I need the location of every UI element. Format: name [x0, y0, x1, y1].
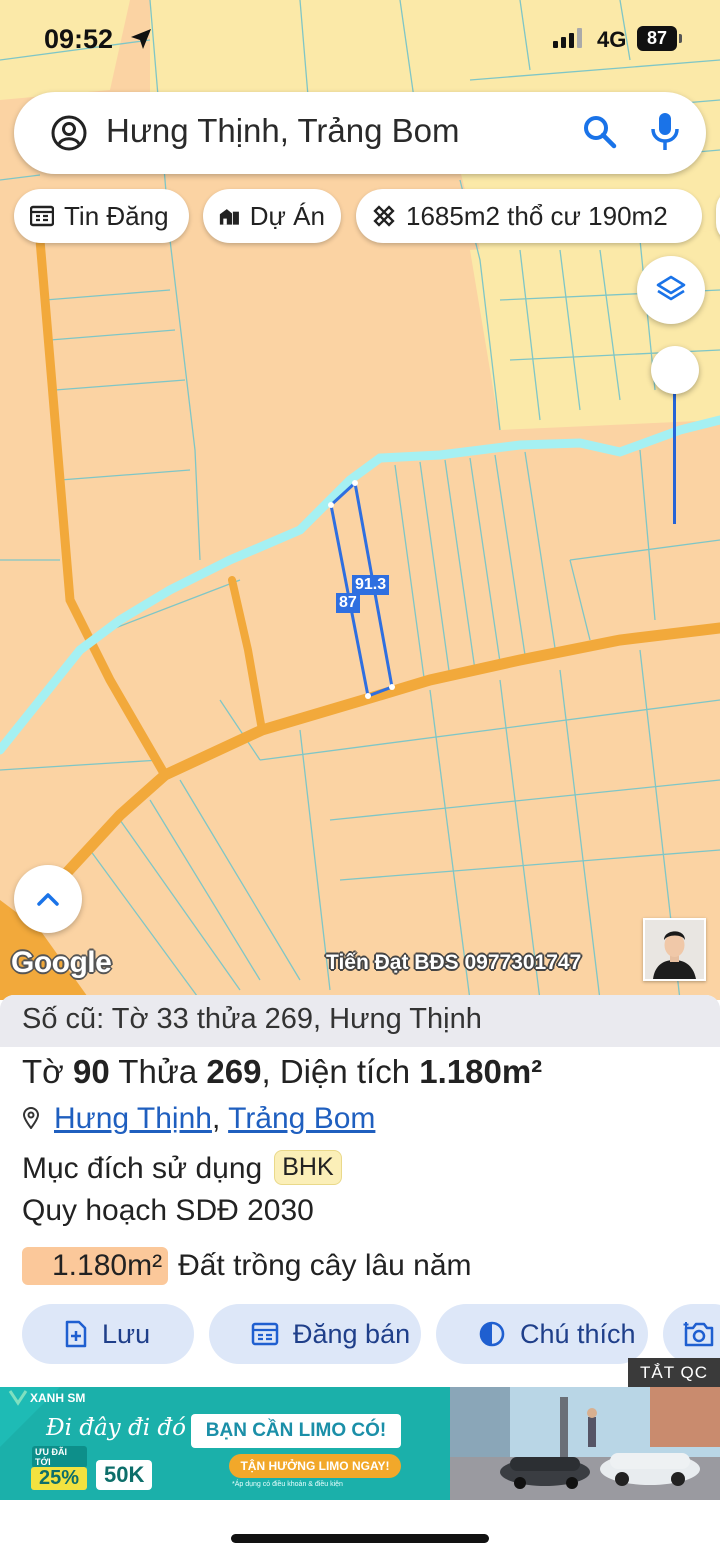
purpose-label: Mục đích sử dụng	[22, 1152, 263, 1185]
camera-icon	[683, 1322, 714, 1347]
sheet-label: Tờ	[22, 1053, 64, 1090]
separator: ,	[261, 1053, 271, 1090]
agent-avatar[interactable]	[643, 918, 706, 981]
ad-car-photo	[450, 1387, 720, 1500]
save-label: Lưu	[102, 1318, 151, 1349]
area-label: Diện tích	[279, 1053, 411, 1090]
mic-icon[interactable]	[650, 111, 680, 158]
add-file-icon	[65, 1320, 87, 1348]
camera-button[interactable]	[663, 1304, 720, 1364]
ad-promo-amount: 50K	[96, 1460, 153, 1490]
ad-promo-percent: 25%	[31, 1467, 88, 1490]
chip-projects[interactable]: Dự Án	[203, 189, 341, 243]
battery-icon: 87	[637, 26, 682, 51]
lot-label: Thửa	[118, 1053, 198, 1090]
area-value: 1.180m²	[419, 1053, 543, 1090]
measure-label-short-side: 87	[336, 593, 360, 613]
post-label: Đăng bán	[293, 1318, 411, 1349]
ad-slogan: Đi đây đi đó	[46, 1415, 186, 1441]
ad-promo-label: ƯU ĐÃI TỚI	[32, 1446, 87, 1468]
layers-icon	[656, 275, 686, 301]
parcel-summary: Tờ 90 Thửa 269, Diện tích 1.180m²	[22, 1053, 542, 1091]
measure-icon	[373, 205, 395, 227]
map-view[interactable]: 91.3 87 09:52 4G 87 Hưng Thịnh, Trảng Bo…	[0, 0, 720, 1000]
google-logo: Google	[11, 946, 112, 979]
legend-button[interactable]: Chú thích	[436, 1304, 648, 1364]
lot-number: 269	[206, 1053, 262, 1090]
status-bar: 09:52 4G 87	[0, 0, 720, 80]
building-icon	[219, 209, 239, 225]
old-reference: Số cũ: Tờ 33 thửa 269, Hưng Thịnh	[0, 995, 720, 1047]
network-type: 4G	[597, 27, 627, 52]
ad-headline: BẠN CẦN LIMO CÓ!	[191, 1414, 401, 1448]
sheet-number: 90	[72, 1053, 110, 1090]
location-arrow-icon	[130, 28, 152, 55]
district-link[interactable]: Trảng Bom	[228, 1102, 375, 1135]
layers-button[interactable]	[637, 256, 705, 324]
chip-measurement[interactable]: 1685m2 thổ cư 190m2	[356, 189, 702, 243]
planning-label: Quy hoạch SDĐ 2030	[22, 1194, 314, 1227]
contrast-icon	[479, 1321, 505, 1347]
address-separator: ,	[211, 1102, 221, 1135]
search-icon[interactable]	[581, 113, 619, 156]
purpose-code-badge: BHK	[274, 1150, 342, 1185]
planning-area-badge: 1.180m²	[22, 1247, 169, 1285]
opacity-slider-track[interactable]	[673, 372, 676, 524]
agent-watermark: Tiến Đạt BĐS 0977301747	[326, 951, 582, 974]
calendar-icon	[30, 205, 54, 227]
ad-banner[interactable]: XANH SM Đi đây đi đó BẠN CẦN LIMO CÓ! ƯU…	[0, 1387, 720, 1500]
search-input[interactable]: Hưng Thịnh, Trảng Bom	[106, 112, 460, 150]
search-bar[interactable]: Hưng Thịnh, Trảng Bom	[14, 92, 706, 174]
measure-label-long-side: 91.3	[352, 575, 390, 595]
chip-listings[interactable]: Tin Đăng	[14, 189, 189, 243]
post-for-sale-button[interactable]: Đăng bán	[209, 1304, 421, 1364]
expand-up-button[interactable]	[14, 865, 82, 933]
land-use-purpose: Mục đích sử dụng BHK	[22, 1150, 342, 1186]
save-button[interactable]: Lưu	[22, 1304, 194, 1364]
signal-icon	[553, 28, 583, 53]
ad-cta: TẬN HƯỞNG LIMO NGAY!	[229, 1454, 401, 1478]
legend-label: Chú thích	[520, 1318, 636, 1349]
profile-icon[interactable]	[50, 114, 88, 157]
ward-link[interactable]: Hưng Thịnh	[54, 1102, 212, 1135]
status-time: 09:52	[44, 24, 114, 54]
ad-note: *Áp dụng có điều khoản & điều kiện	[232, 1481, 343, 1488]
chip-label: Dự Án	[249, 200, 325, 231]
planning-area-row: 1.180m² Đất trồng cây lâu năm	[22, 1247, 472, 1285]
location-pin-icon	[22, 1103, 40, 1137]
planning-use: Đất trồng cây lâu năm	[178, 1249, 472, 1282]
opacity-slider-thumb[interactable]	[651, 346, 699, 394]
parcel-info-panel: Số cũ: Tờ 33 thửa 269, Hưng Thịnh Tờ 90 …	[0, 995, 720, 1385]
chip-label: 1685m2 thổ cư 190m2	[406, 200, 668, 231]
listing-icon	[251, 1322, 279, 1346]
ad-brand: XANH SM	[30, 1391, 86, 1405]
chip-label: Tin Đăng	[64, 200, 169, 231]
address: Hưng Thịnh, Trảng Bom	[22, 1102, 375, 1137]
home-indicator[interactable]	[231, 1534, 489, 1543]
close-ad-button[interactable]: TẮT QC	[628, 1358, 720, 1387]
chevron-up-icon	[37, 893, 59, 906]
